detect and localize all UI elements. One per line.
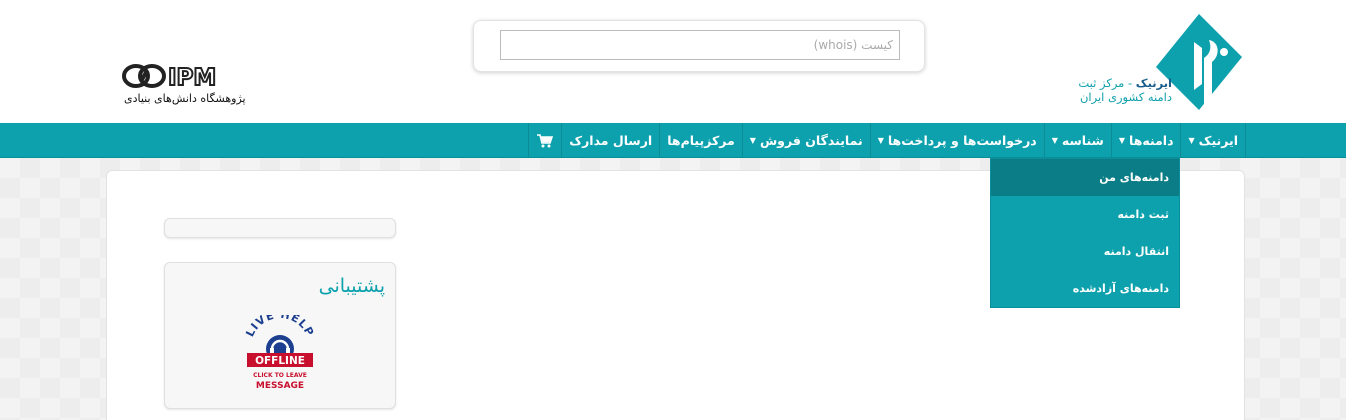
irnic-logo-text: ایرنیک - مرکز ثبت دامنه کشوری ایران [1078,76,1172,104]
nav-item-domains[interactable]: دامنه‌ها ▼ [1110,123,1181,158]
irnic-line1: - مرکز ثبت [1078,76,1136,90]
nav-item-send-documents[interactable]: ارسال مدارک [561,123,659,158]
site-header: ایرنیک - مرکز ثبت دامنه کشوری ایران IPM … [0,0,1346,123]
message-text: MESSAGE [256,381,304,391]
nav-item-handle[interactable]: شناسه ▼ [1043,123,1111,158]
dropdown-item-my-domains[interactable]: دامنه‌های من [991,159,1179,196]
whois-search-box [473,20,925,72]
nav-item-irnic[interactable]: ایرنیک ▼ [1180,123,1246,158]
offline-text: OFFLINE [255,355,305,367]
support-panel: پشتیبانی LIVE HELP OFFLINE CLICK TO LEAV… [164,262,396,409]
domains-dropdown-menu: دامنه‌های من ثبت دامنه انتقال دامنه دامن… [990,158,1180,308]
whois-search-input[interactable] [500,30,900,60]
nav-item-message-center[interactable]: مرکزپیام‌ها [659,123,742,158]
dropdown-item-released-domains[interactable]: دامنه‌های آزادشده [991,270,1179,307]
sidebar-panel [164,218,396,238]
dropdown-item-transfer-domain[interactable]: انتقال دامنه [991,233,1179,270]
dropdown-item-register-domain[interactable]: ثبت دامنه [991,196,1179,233]
caret-down-icon: ▼ [877,135,884,145]
nav-menu: ایرنیک ▼ دامنه‌ها ▼ شناسه ▼ درخواست‌ها و… [528,123,1246,158]
support-title: پشتیبانی [318,275,385,297]
nav-item-requests-payments[interactable]: درخواست‌ها و پرداخت‌ها ▼ [869,123,1044,158]
caret-down-icon: ▼ [1188,135,1195,145]
nav-item-label: شناسه [1061,133,1104,148]
caret-down-icon: ▼ [1051,135,1058,145]
live-help-offline-badge[interactable]: LIVE HELP OFFLINE CLICK TO LEAVE MESSAGE [243,315,317,393]
nav-item-label: مرکزپیام‌ها [667,133,735,148]
ipm-caption: پژوهشگاه دانش‌های بنیادی [124,92,246,105]
caret-down-icon: ▼ [1118,135,1125,145]
ipm-logo[interactable]: IPM پژوهشگاه دانش‌های بنیادی [122,62,262,108]
nav-item-label: درخواست‌ها و پرداخت‌ها [887,133,1037,148]
cart-icon [536,133,554,148]
nav-item-label: نمایندگان فروش [759,133,863,148]
nav-item-label: ارسال مدارک [569,133,653,148]
irnic-brand: ایرنیک [1135,76,1172,90]
irnic-logo[interactable]: ایرنیک - مرکز ثبت دامنه کشوری ایران [1060,12,1250,112]
main-navbar: ایرنیک ▼ دامنه‌ها ▼ شناسه ▼ درخواست‌ها و… [0,123,1346,158]
caret-down-icon: ▼ [749,135,756,145]
ipm-logo-mark: IPM [122,64,217,90]
ipm-wordmark: IPM [168,65,216,90]
click-to-leave-text: CLICK TO LEAVE [253,372,307,379]
nav-item-resellers[interactable]: نمایندگان فروش ▼ [741,123,870,158]
irnic-line2: دامنه کشوری ایران [1079,90,1172,104]
nav-item-label: دامنه‌ها [1129,133,1174,148]
nav-item-label: ایرنیک [1198,133,1238,148]
nav-item-cart[interactable] [528,123,561,158]
